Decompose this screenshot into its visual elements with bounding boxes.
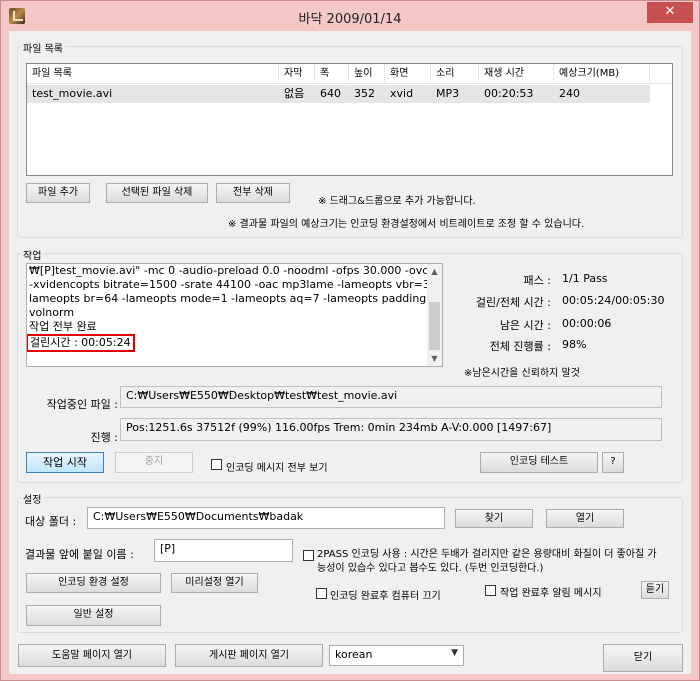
log-scrollbar[interactable]: ▲ ▼ <box>427 264 442 366</box>
file-list-view[interactable]: 파일 목록 자막 폭 높이 화면 소리 재생 시간 예상크기(MB) test_… <box>26 63 673 176</box>
preset-open-button[interactable]: 미리설정 열기 <box>171 573 258 593</box>
log-line: 작업 전부 완료 <box>29 320 97 333</box>
language-select[interactable]: korean ▼ <box>329 645 464 666</box>
progress-value: 98% <box>562 338 587 351</box>
pass-label: 패스 : <box>523 274 551 287</box>
log-text: ₩[P]test_movie.avi" -mc 0 -audio-preload… <box>27 264 443 352</box>
add-file-button[interactable]: 파일 추가 <box>26 183 90 203</box>
notify-after-checkbox[interactable] <box>485 585 496 596</box>
column-header-height[interactable]: 높이 <box>349 64 385 84</box>
progress-label: 전체 진행률 : <box>489 340 551 353</box>
shutdown-after-checkbox[interactable] <box>316 588 327 599</box>
cell-subtitle: 없음 <box>284 87 305 100</box>
size-hint: ※ 결과물 파일의 예상크기는 인코딩 환경설정에서 비트레이트로 조정 할 수… <box>228 219 585 230</box>
cell-size: 240 <box>559 87 580 100</box>
title-bar[interactable]: 바닥 2009/01/14 ✕ <box>1 1 699 31</box>
table-row[interactable]: test_movie.avi 없음 640 352 xvid MP3 00:20… <box>27 85 650 103</box>
column-header-duration[interactable]: 재생 시간 <box>479 64 554 84</box>
log-line: volnorm <box>29 306 75 319</box>
status-label: 진행 : <box>90 431 118 444</box>
column-header-video[interactable]: 화면 <box>385 64 431 84</box>
status-field: Pos:1251.6s 37512f (99%) 116.00fps Trem:… <box>120 418 662 441</box>
chevron-down-icon: ▼ <box>451 648 458 658</box>
general-settings-button[interactable]: 일반 설정 <box>26 605 161 626</box>
cell-width: 640 <box>320 87 341 100</box>
column-header-audio[interactable]: 소리 <box>431 64 479 84</box>
cell-duration: 00:20:53 <box>484 87 534 100</box>
language-selected: korean <box>335 648 373 661</box>
remove-selected-button[interactable]: 선택된 파일 삭제 <box>106 183 208 203</box>
cell-video: xvid <box>390 87 414 100</box>
pass-value: 1/1 Pass <box>562 272 608 285</box>
listen-button[interactable]: 듣기 <box>641 581 669 599</box>
encoding-log[interactable]: ₩[P]test_movie.avi" -mc 0 -audio-preload… <box>26 263 443 367</box>
settings-group-label: 설정 <box>21 491 44 506</box>
open-folder-button[interactable]: 열기 <box>546 509 624 528</box>
twopass-label-line2: 능성이 있습수 있다고 봅수도 있다. (두번 인코딩한다.) <box>317 563 544 574</box>
start-job-button[interactable]: 작업 시작 <box>26 452 104 473</box>
prefix-label: 결과물 앞에 붙일 이름 : <box>25 548 134 561</box>
encoding-test-button[interactable]: 인코딩 테스트 <box>480 452 598 473</box>
file-list-header: 파일 목록 자막 폭 높이 화면 소리 재생 시간 예상크기(MB) <box>27 64 672 84</box>
cell-audio: MP3 <box>436 87 460 100</box>
cell-height: 352 <box>354 87 375 100</box>
log-line: ₩[P]test_movie.avi" -mc 0 -audio-preload… <box>29 264 443 277</box>
twopass-checkbox[interactable] <box>303 550 314 561</box>
remaining-value: 00:00:06 <box>562 317 612 330</box>
client-area: 파일 목록 파일 목록 자막 폭 높이 화면 소리 재생 시간 예상크기(MB)… <box>9 31 691 674</box>
help-page-button[interactable]: 도움말 페이지 열기 <box>18 644 166 667</box>
help-button[interactable]: ? <box>602 452 624 473</box>
log-line: lameopts br=64 -lameopts mode=1 -lameopt… <box>29 292 443 305</box>
target-folder-input[interactable]: C:₩Users₩E550₩Documents₩badak <box>87 507 445 529</box>
shutdown-after-label: 인코딩 완료후 컴퓨터 끄기 <box>330 591 441 602</box>
remaining-label: 남은 시간 : <box>499 319 551 332</box>
main-window: 바닥 2009/01/14 ✕ 파일 목록 파일 목록 자막 폭 높이 화면 소… <box>0 0 700 681</box>
current-file-field: C:₩Users₩E550₩Desktop₩test₩test_movie.av… <box>120 386 662 408</box>
column-header-size[interactable]: 예상크기(MB) <box>554 64 650 84</box>
close-window-button[interactable]: ✕ <box>647 2 693 23</box>
close-button[interactable]: 닫기 <box>603 644 683 672</box>
board-page-button[interactable]: 게시판 페이지 열기 <box>175 644 323 667</box>
elapsed-total-value: 00:05:24/00:05:30 <box>562 294 665 307</box>
column-header-filename[interactable]: 파일 목록 <box>27 64 279 84</box>
show-all-messages-label: 인코딩 메시지 전부 보기 <box>226 463 328 474</box>
window-title: 바닥 2009/01/14 <box>298 12 402 27</box>
prefix-input[interactable]: [P] <box>154 539 293 562</box>
show-all-messages-checkbox[interactable] <box>211 459 222 470</box>
notify-after-label: 작업 완료후 알림 메시지 <box>500 588 602 599</box>
scrollbar-thumb[interactable] <box>429 302 440 350</box>
encoding-env-settings-button[interactable]: 인코딩 환경 설정 <box>26 573 161 593</box>
column-header-subtitle[interactable]: 자막 <box>279 64 315 84</box>
target-folder-label: 대상 폴더 : <box>25 515 77 528</box>
job-group-label: 작업 <box>21 247 44 262</box>
browse-button[interactable]: 찾기 <box>455 509 533 528</box>
elapsed-time-highlight: 걸린시간 : 00:05:24 <box>27 334 135 352</box>
log-line: -xvidencopts bitrate=1500 -srate 44100 -… <box>29 278 438 291</box>
scroll-up-icon[interactable]: ▲ <box>427 264 442 279</box>
elapsed-total-label: 걸린/전체 시간 : <box>475 296 551 309</box>
remaining-note: ※남은시간을 신뢰하지 말것 <box>464 368 580 379</box>
current-file-label: 작업중인 파일 : <box>46 398 118 411</box>
twopass-label-line1: 2PASS 인코딩 사용 : 시간은 두배가 걸리지만 같은 용량대비 화질이 … <box>317 549 657 560</box>
file-list-group-label: 파일 목록 <box>21 40 65 55</box>
cell-filename: test_movie.avi <box>32 87 113 100</box>
remove-all-button[interactable]: 전부 삭제 <box>216 183 290 203</box>
drag-hint: ※ 드래그&드롭으로 추가 가능합니다. <box>318 196 476 207</box>
stop-button[interactable]: 중지 <box>115 452 193 473</box>
scroll-down-icon[interactable]: ▼ <box>427 351 442 366</box>
column-header-width[interactable]: 폭 <box>315 64 349 84</box>
